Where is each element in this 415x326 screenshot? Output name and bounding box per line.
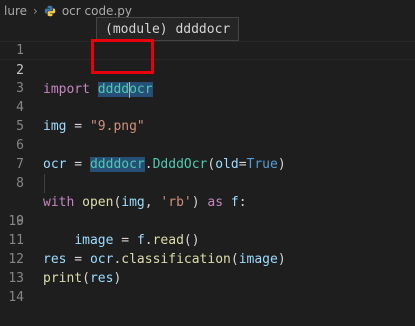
- code-line[interactable]: 10: [0, 193, 415, 229]
- code-line[interactable]: 12 print(res): [0, 231, 415, 286]
- code-line[interactable]: 4 img = "9.png": [0, 79, 415, 134]
- breadcrumb-folder[interactable]: lure: [4, 4, 27, 18]
- code-line[interactable]: 13: [0, 250, 415, 286]
- indent-guide: [44, 174, 45, 193]
- code-line[interactable]: 3: [0, 60, 415, 96]
- code-line[interactable]: 7: [0, 136, 415, 172]
- hover-tooltip: (module) ddddocr: [96, 17, 240, 41]
- line-number: 14: [8, 290, 24, 305]
- code-line-current[interactable]: 2 import ddddocr: [0, 41, 415, 98]
- python-file-icon: [44, 5, 56, 17]
- code-line[interactable]: 11 res = ocr.classification(image): [0, 212, 415, 267]
- code-line[interactable]: 14: [0, 269, 415, 305]
- code-line[interactable]: 9 image = f.read(): [0, 174, 415, 248]
- code-line[interactable]: 8 with open(img, 'rb') as f:: [0, 155, 415, 210]
- code-line[interactable]: 5: [0, 98, 415, 134]
- highlight-annotation-box: [91, 39, 154, 74]
- code-editor[interactable]: 1 2 import ddddocr 3 4 img = "9.png" 5 6…: [0, 22, 415, 305]
- breadcrumb-file[interactable]: ocr code.py: [62, 4, 132, 18]
- chevron-right-icon: ›: [33, 4, 38, 18]
- code-line[interactable]: 6 ocr = ddddocr.DdddOcr(old=True): [0, 117, 415, 172]
